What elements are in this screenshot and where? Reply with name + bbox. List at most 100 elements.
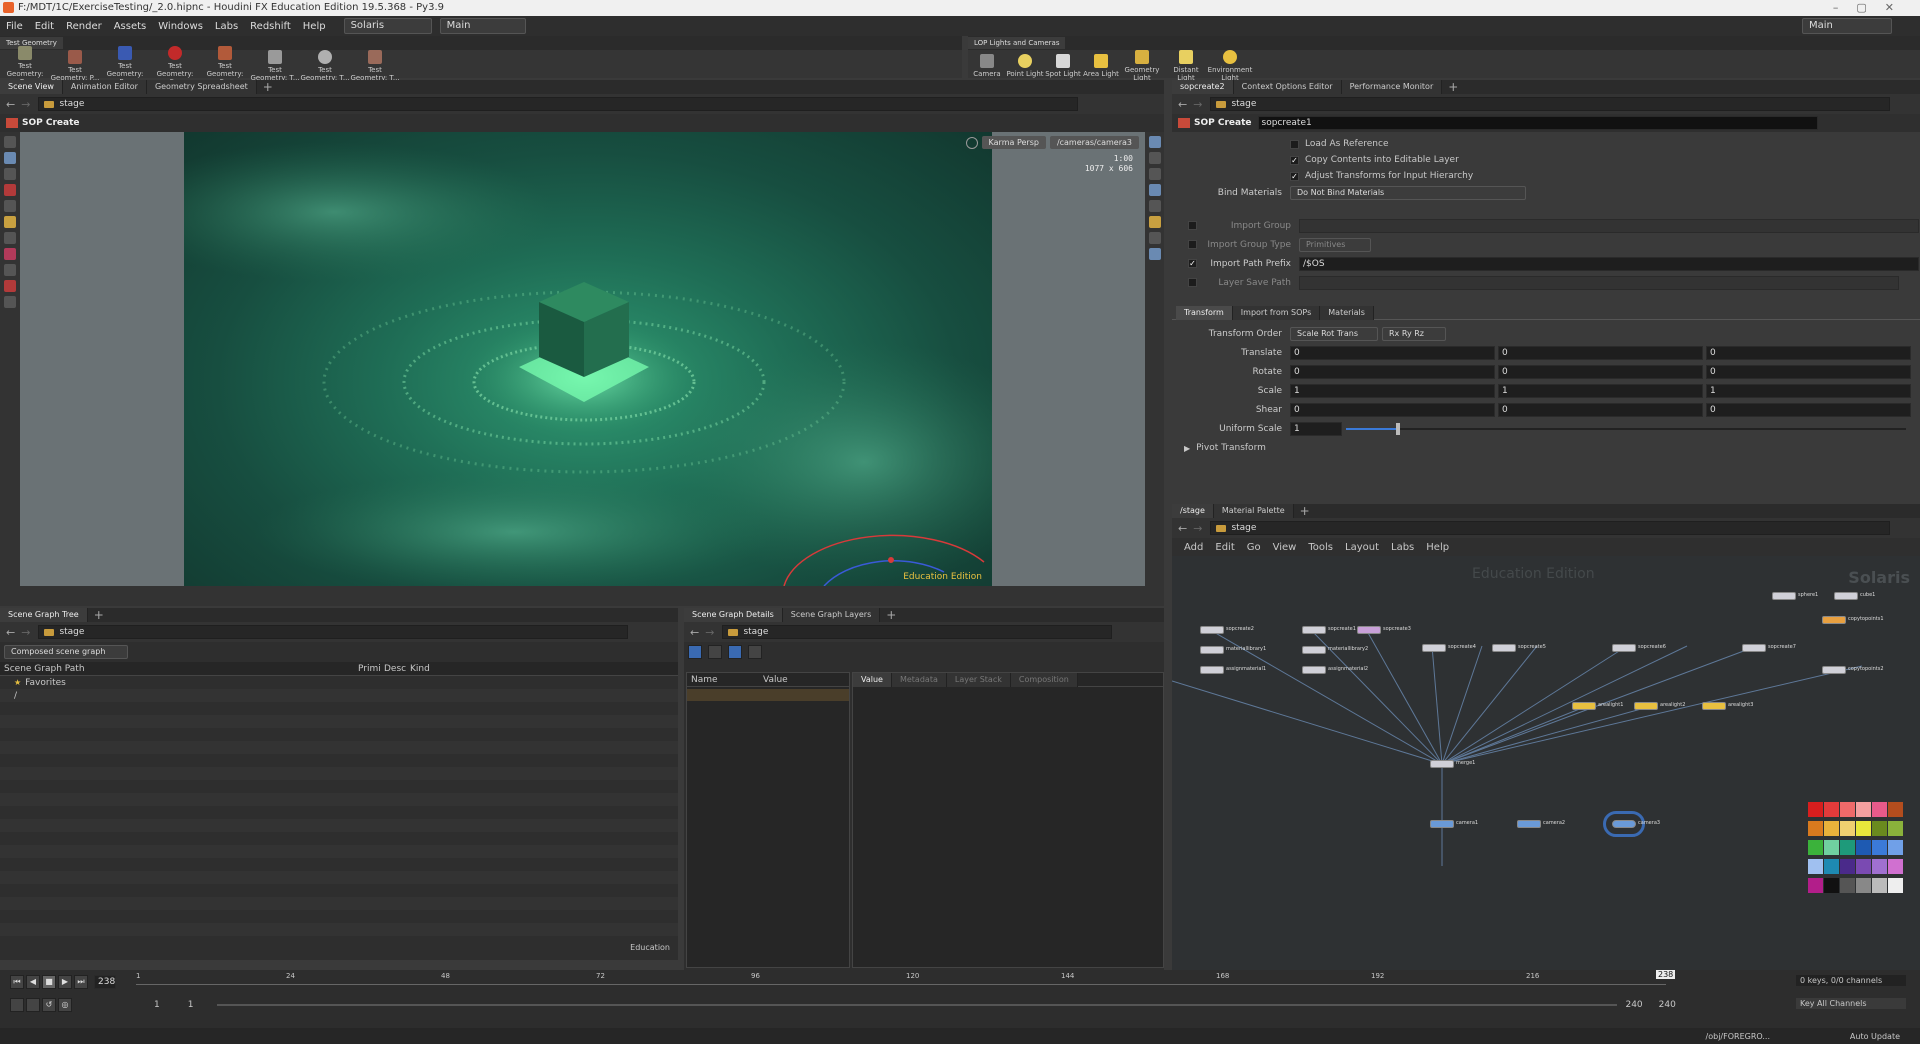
color-swatch[interactable]: [1872, 802, 1887, 817]
forward-arrow-icon[interactable]: →: [1193, 522, 1202, 535]
menu-edit[interactable]: Edit: [29, 21, 60, 32]
import-group-type-checkbox[interactable]: [1188, 240, 1197, 249]
tab-sopcreate2[interactable]: sopcreate2: [1172, 80, 1234, 94]
subtab-value[interactable]: Value: [853, 672, 892, 687]
rotate-z-field[interactable]: 0: [1706, 364, 1911, 379]
magnet-icon[interactable]: [4, 280, 16, 292]
shear-x-field[interactable]: 0: [1290, 402, 1495, 417]
uniform-scale-field[interactable]: 1: [1290, 421, 1342, 436]
status-path[interactable]: /obj/FOREGRO...: [1706, 1032, 1770, 1041]
color-swatch[interactable]: [1888, 878, 1903, 893]
menu-render[interactable]: Render: [60, 21, 108, 32]
list-icon[interactable]: [708, 645, 722, 659]
layer-save-path-field[interactable]: [1299, 275, 1899, 290]
tab-scene-graph-details[interactable]: Scene Graph Details: [684, 608, 783, 622]
color-swatch[interactable]: [1872, 821, 1887, 836]
node-sphere1[interactable]: [1772, 592, 1796, 600]
node-assignmaterial2[interactable]: [1302, 666, 1326, 674]
playhead-label[interactable]: 238: [1656, 970, 1676, 979]
end-frame[interactable]: 240: [1659, 1000, 1676, 1010]
tab-scene-view[interactable]: Scene View: [0, 80, 63, 94]
node-materiallibrary2[interactable]: [1302, 646, 1326, 654]
color-swatch[interactable]: [1840, 821, 1855, 836]
back-arrow-icon[interactable]: ←: [1178, 522, 1187, 535]
back-arrow-icon[interactable]: ←: [6, 626, 15, 639]
shelf-tab-lights-cameras[interactable]: LOP Lights and Cameras: [968, 37, 1066, 49]
load-as-reference-checkbox[interactable]: [1290, 139, 1299, 149]
tab-scene-graph-layers[interactable]: Scene Graph Layers: [782, 608, 881, 622]
audio-toggle[interactable]: [26, 998, 40, 1012]
scale-z-field[interactable]: 1: [1706, 383, 1911, 398]
network-select[interactable]: Main: [439, 18, 526, 34]
columns-icon[interactable]: [728, 645, 742, 659]
pose-tool-icon[interactable]: [4, 296, 16, 308]
play-reverse-button[interactable]: ◀: [26, 975, 40, 989]
color-swatch[interactable]: [1856, 802, 1871, 817]
net-menu-help[interactable]: Help: [1420, 542, 1455, 553]
shear-y-field[interactable]: 0: [1498, 402, 1703, 417]
tab-geometry-spreadsheet[interactable]: Geometry Spreadsheet: [146, 80, 257, 94]
viewport[interactable]: Education Edition Karma Persp /cameras/c…: [20, 132, 1145, 586]
node-camera2[interactable]: [1517, 820, 1541, 828]
area-light-tool[interactable]: Area Light: [1082, 51, 1120, 78]
color-swatch[interactable]: [1824, 878, 1839, 893]
light-tool-icon[interactable]: [4, 264, 16, 276]
node-assignmaterial1[interactable]: [1200, 666, 1224, 674]
environment-light-tool[interactable]: Environment Light: [1208, 47, 1252, 82]
scale-y-field[interactable]: 1: [1498, 383, 1703, 398]
color-swatch[interactable]: [1824, 802, 1839, 817]
camera-tool[interactable]: Camera: [968, 51, 1006, 78]
translate-x-field[interactable]: 0: [1290, 345, 1495, 360]
back-arrow-icon[interactable]: ←: [6, 98, 15, 111]
net-menu-go[interactable]: Go: [1241, 542, 1267, 553]
subtab-composition[interactable]: Composition: [1010, 672, 1078, 687]
color-swatch[interactable]: [1840, 802, 1855, 817]
shelf-tool[interactable]: Test Geometry: T...: [250, 47, 300, 82]
back-arrow-icon[interactable]: ←: [1178, 98, 1187, 111]
color-swatch[interactable]: [1872, 840, 1887, 855]
jump-end-button[interactable]: ⏭: [74, 975, 88, 989]
column-value[interactable]: Value: [763, 675, 843, 685]
copy-contents-checkbox[interactable]: ✓: [1290, 155, 1299, 165]
subtab-materials[interactable]: Materials: [1320, 305, 1374, 320]
tab-animation-editor[interactable]: Animation Editor: [62, 80, 147, 94]
bind-materials-select[interactable]: Do Not Bind Materials: [1290, 186, 1526, 200]
node-sopcreate4[interactable]: [1422, 644, 1446, 652]
color-swatch[interactable]: [1856, 840, 1871, 855]
range-start-frame[interactable]: 1: [188, 1000, 194, 1010]
shading-icon[interactable]: [1148, 184, 1161, 196]
shear-z-field[interactable]: 0: [1706, 402, 1911, 417]
adjust-transforms-checkbox[interactable]: ✓: [1290, 171, 1299, 181]
color-swatch[interactable]: [1840, 840, 1855, 855]
column-scene-graph-path[interactable]: Scene Graph Path: [0, 664, 358, 674]
lock-camera-icon[interactable]: [965, 136, 978, 149]
forward-arrow-icon[interactable]: →: [21, 98, 30, 111]
net-menu-layout[interactable]: Layout: [1339, 542, 1385, 553]
tab-scene-graph-tree[interactable]: Scene Graph Tree: [0, 608, 88, 622]
realtime-toggle[interactable]: [10, 998, 24, 1012]
menu-help[interactable]: Help: [297, 21, 332, 32]
color-swatch[interactable]: [1856, 821, 1871, 836]
play-button[interactable]: ▶: [58, 975, 72, 989]
add-tab-icon[interactable]: +: [1300, 504, 1310, 518]
tree-row-favorites[interactable]: ★ Favorites: [0, 676, 678, 689]
scale-x-field[interactable]: 1: [1290, 383, 1495, 398]
add-tab-icon[interactable]: +: [263, 80, 273, 94]
network-path[interactable]: stage: [1210, 521, 1891, 535]
spot-light-tool[interactable]: Spot Light: [1044, 51, 1082, 78]
params-path[interactable]: stage: [1210, 97, 1891, 111]
menu-file[interactable]: File: [0, 21, 29, 32]
shelf-tool[interactable]: Test Geometry: T...: [350, 47, 400, 82]
color-swatch[interactable]: [1856, 859, 1871, 874]
filter-icon[interactable]: [748, 645, 762, 659]
column-kind[interactable]: Kind: [410, 664, 610, 674]
subtab-import-from-sops[interactable]: Import from SOPs: [1232, 305, 1321, 320]
color-swatch[interactable]: [1808, 802, 1823, 817]
column-name[interactable]: Name: [687, 675, 763, 685]
menu-windows[interactable]: Windows: [152, 21, 209, 32]
selected-row[interactable]: [687, 689, 849, 701]
color-swatch[interactable]: [1888, 859, 1903, 874]
menu-assets[interactable]: Assets: [108, 21, 153, 32]
handle-tool-icon[interactable]: [4, 216, 16, 228]
forward-arrow-icon[interactable]: →: [705, 626, 714, 639]
